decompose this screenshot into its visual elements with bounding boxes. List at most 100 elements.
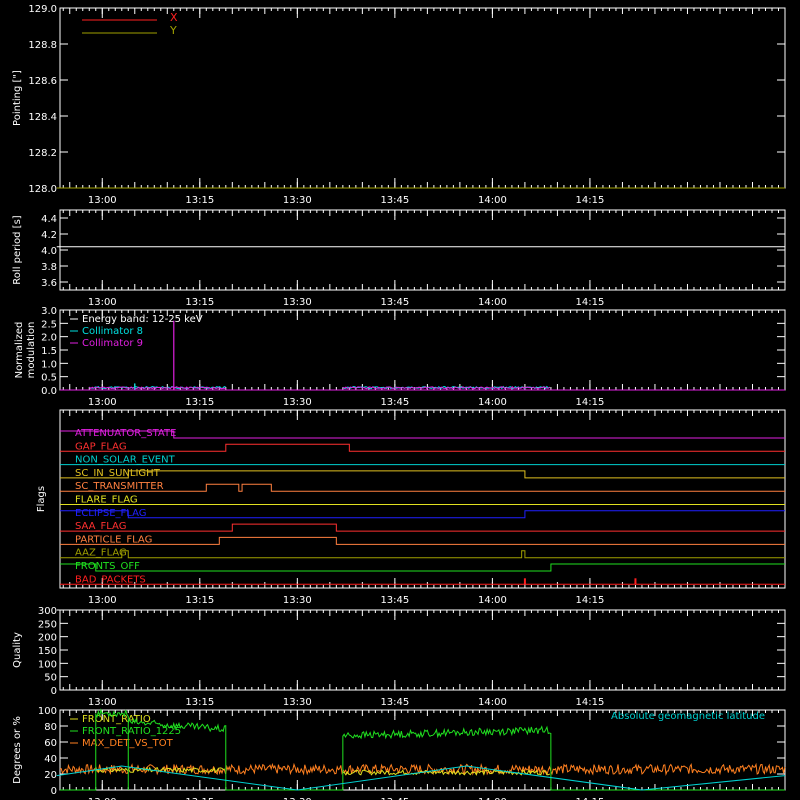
panel-roll: 13:00 13:15 13:30 13:45 14:00 14:15 3.6 3.8 4.0 4…	[12, 209, 786, 308]
y-tick-label: 128.8	[28, 40, 57, 51]
y-tick-label: 300	[38, 606, 57, 617]
chart-canvas: 13:00 13:15 13:30 13:45 14:00 14:15 128.0 128.2…	[12, 4, 786, 800]
y-tick-label: 60	[44, 738, 57, 749]
legend-label: Collimator 9	[82, 338, 143, 349]
flag-line	[60, 563, 785, 572]
panel-modulation: 13:00 13:15 13:30 13:45 14:00 14:15 0.0 0.5 1.0 1…	[14, 306, 786, 408]
x-tick-label: 14:15	[576, 697, 605, 708]
y-tick-label: 200	[38, 633, 57, 644]
y-tick-label: 40	[44, 754, 57, 765]
y-axis-label: Flags	[36, 486, 47, 512]
y-tick-label: 128.0	[28, 184, 57, 195]
y-axis-label: Roll period [s]	[12, 215, 23, 284]
y-axis-label: Normalized	[14, 322, 25, 379]
flag-line	[60, 483, 785, 492]
legend-label: Energy band: 12-25 keV	[82, 314, 203, 325]
flag-label: FLARE_FLAG	[75, 495, 138, 506]
y-axis-label: Degrees or %	[12, 716, 23, 784]
flag-label: SAA_FLAG	[75, 521, 126, 532]
x-tick-label: 13:45	[380, 397, 409, 408]
x-tick-label: 14:00	[478, 397, 507, 408]
y-tick-label: 2.0	[41, 333, 57, 344]
flag-line	[60, 510, 785, 519]
flag-label: AAZ_FLAG	[75, 548, 127, 559]
flag-label: BAD_PACKETS	[75, 574, 146, 585]
y-tick-label: 4.0	[41, 246, 57, 257]
annotation-label: Absolute geomagnetic latitude	[611, 711, 765, 722]
x-tick-label: 13:30	[283, 697, 312, 708]
panels: 13:00 13:15 13:30 13:45 14:00 14:15 128.0 128.2…	[12, 4, 786, 800]
y-tick-label: 1.0	[41, 359, 57, 370]
x-tick-label: 13:00	[88, 595, 117, 606]
y-axis-label: Pointing ["]	[12, 70, 23, 126]
x-tick-label: 14:15	[576, 195, 605, 206]
x-tick-label: 13:45	[380, 195, 409, 206]
x-tick-label: 14:15	[576, 397, 605, 408]
y-tick-label: 0.5	[41, 373, 57, 384]
x-tick-label: 14:00	[478, 195, 507, 206]
flag-label: SC_TRANSMITTER	[75, 481, 164, 492]
x-tick-label: 13:30	[283, 297, 312, 308]
plot-frame	[59, 209, 786, 291]
x-tick-label: 13:30	[283, 195, 312, 206]
y-tick-label: 150	[38, 646, 57, 657]
x-tick-label: 14:15	[576, 297, 605, 308]
y-tick-label: 3.8	[41, 262, 57, 273]
y-tick-label: 128.2	[28, 148, 57, 159]
panel-ratios: 13:0013:1513:3013:4514:0014:150204060801…	[12, 706, 786, 800]
flag-line	[60, 523, 785, 532]
plot-frame	[59, 7, 786, 189]
flag-line	[60, 550, 785, 559]
flag-line	[60, 470, 785, 479]
x-tick-label: 13:00	[88, 195, 117, 206]
x-tick-label: 13:30	[283, 595, 312, 606]
x-tick-label: 14:00	[478, 297, 507, 308]
x-tick-label: 13:45	[380, 595, 409, 606]
plot-frame	[59, 709, 786, 791]
y-tick-label: 129.0	[28, 4, 57, 15]
y-tick-label: 100	[38, 659, 57, 670]
y-tick-label: 80	[44, 722, 57, 733]
y-tick-label: 4.2	[41, 230, 57, 241]
y-axis-label: modulation	[26, 322, 37, 379]
y-tick-label: 250	[38, 619, 57, 630]
x-tick-label: 13:00	[88, 297, 117, 308]
y-tick-label: 3.0	[41, 306, 57, 317]
flag-label: SC_IN_SUNLIGHT	[75, 468, 161, 479]
flag-label: PARTICLE_FLAG	[75, 534, 152, 545]
y-tick-label: 0.0	[41, 386, 57, 397]
x-tick-label: 13:30	[283, 397, 312, 408]
flag-label: GAP_FLAG	[75, 441, 127, 452]
y-tick-label: 100	[38, 706, 57, 717]
plot-frame	[59, 609, 786, 691]
panel-flags: 13:00 13:15 13:30 13:45 14:00 14:15 Flags ATTEN…	[36, 409, 786, 606]
x-tick-label: 14:00	[478, 697, 507, 708]
x-tick-label: 13:15	[185, 595, 214, 606]
panel-quality: 13:00 13:15 13:30 13:45 14:00 14:15 0 50 100 150 2…	[12, 606, 786, 708]
y-axis-label: Quality	[12, 632, 23, 668]
y-tick-label: 50	[44, 673, 57, 684]
y-tick-label: 20	[44, 770, 57, 781]
y-tick-label: 2.5	[41, 319, 57, 330]
x-tick-label: 13:45	[380, 697, 409, 708]
x-tick-label: 13:45	[380, 297, 409, 308]
legend-label: FRONT_RATIO_1225	[82, 726, 181, 737]
legend-label: Collimator 8	[82, 326, 143, 337]
flag-label: FRONTS_OFF	[75, 561, 140, 572]
y-tick-label: 0	[51, 686, 57, 697]
flag-line	[60, 443, 785, 452]
x-tick-label: 13:00	[88, 397, 117, 408]
y-tick-label: 1.5	[41, 346, 57, 357]
y-tick-label: 128.6	[28, 76, 57, 87]
x-tick-label: 13:15	[185, 397, 214, 408]
y-tick-label: 4.4	[41, 214, 57, 225]
x-tick-label: 13:15	[185, 697, 214, 708]
x-tick-label: 13:00	[88, 697, 117, 708]
flag-label: ECLIPSE_FLAG	[75, 508, 146, 519]
legend-label: Y	[169, 24, 177, 37]
x-tick-label: 13:15	[185, 195, 214, 206]
panel-pointing: 13:00 13:15 13:30 13:45 14:00 14:15 128.0 128.2…	[12, 4, 786, 206]
flag-label: NON_SOLAR_EVENT	[75, 455, 176, 466]
flag-label: ATTENUATOR_STATE	[75, 428, 176, 439]
x-tick-label: 14:15	[576, 595, 605, 606]
